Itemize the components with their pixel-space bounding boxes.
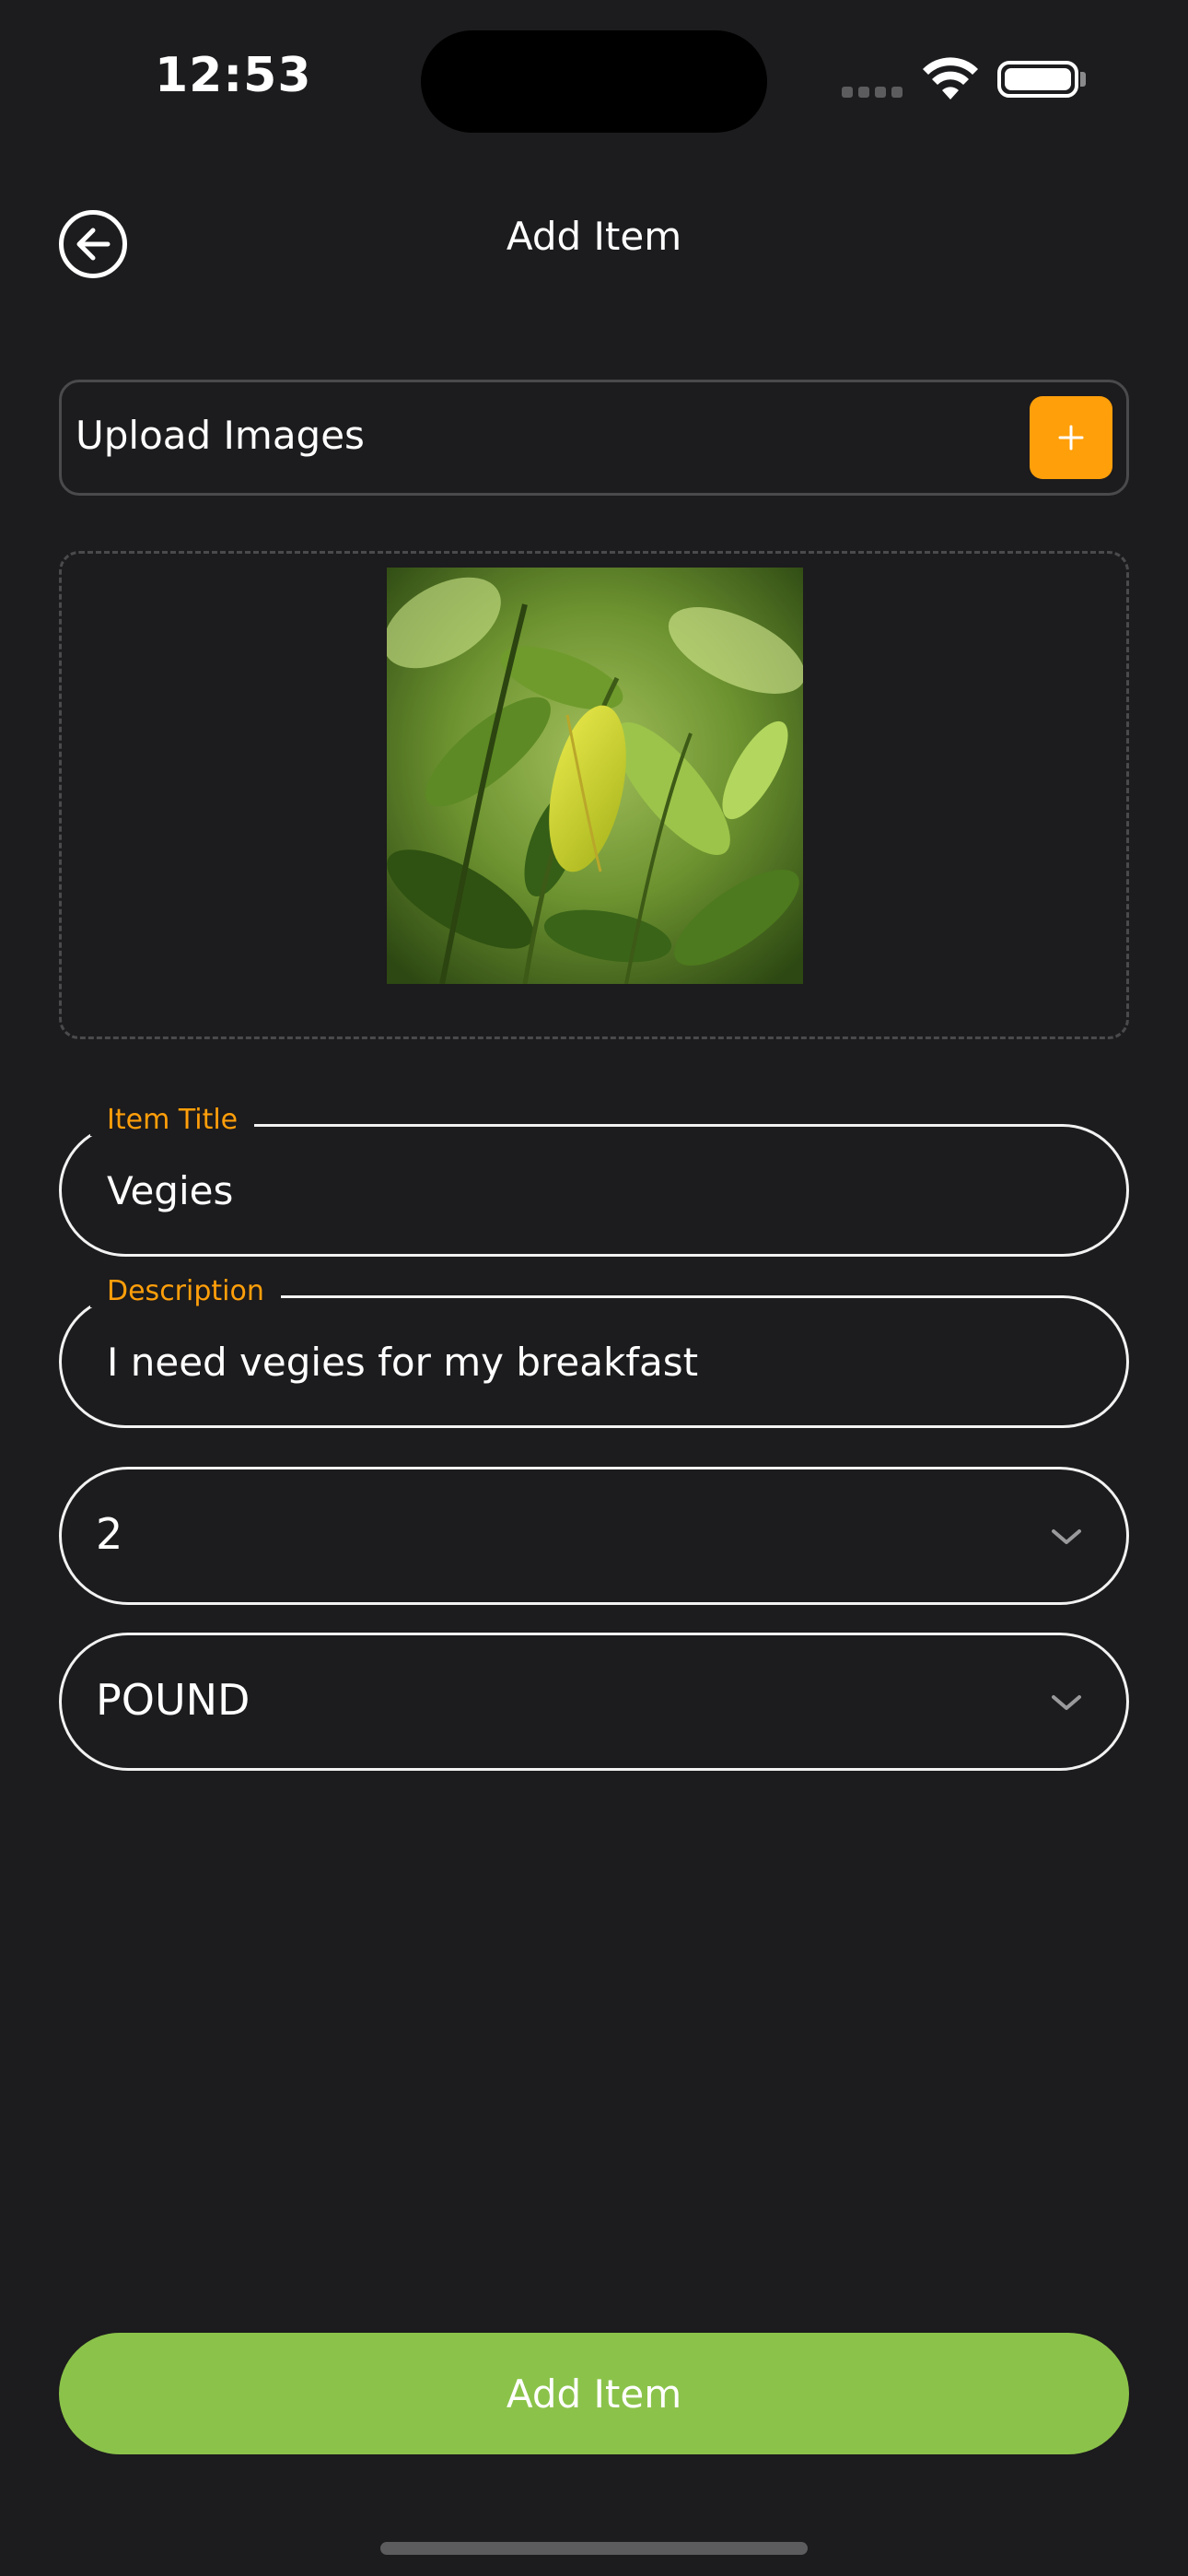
back-button[interactable]: [59, 210, 127, 278]
chevron-down-icon: [1052, 1695, 1081, 1710]
arrow-left-icon: [76, 228, 111, 261]
cellular-signal-icon: [842, 87, 904, 98]
page-title: Add Item: [506, 214, 682, 259]
item-title-input[interactable]: Vegies: [107, 1168, 233, 1213]
home-indicator: [380, 2542, 808, 2555]
quantity-value: 2: [96, 1509, 123, 1559]
add-item-button[interactable]: Add Item: [59, 2333, 1129, 2454]
wifi-icon: [923, 57, 978, 100]
description-label: Description: [90, 1275, 281, 1307]
plus-icon: [1058, 425, 1084, 451]
battery-cap: [1080, 72, 1086, 87]
unit-value: POUND: [96, 1675, 250, 1725]
battery-icon: [997, 61, 1078, 98]
dynamic-island: [421, 30, 767, 133]
item-title-label: Item Title: [90, 1104, 255, 1136]
upload-images-label: Upload Images: [76, 413, 365, 458]
add-image-button[interactable]: [1030, 396, 1112, 479]
leaves-image: [387, 568, 803, 984]
description-input[interactable]: I need vegies for my breakfast: [107, 1340, 698, 1385]
status-time: 12:53: [155, 48, 312, 103]
item-photo[interactable]: [387, 568, 803, 984]
quantity-select[interactable]: [59, 1467, 1129, 1605]
chevron-down-icon: [1052, 1529, 1081, 1544]
